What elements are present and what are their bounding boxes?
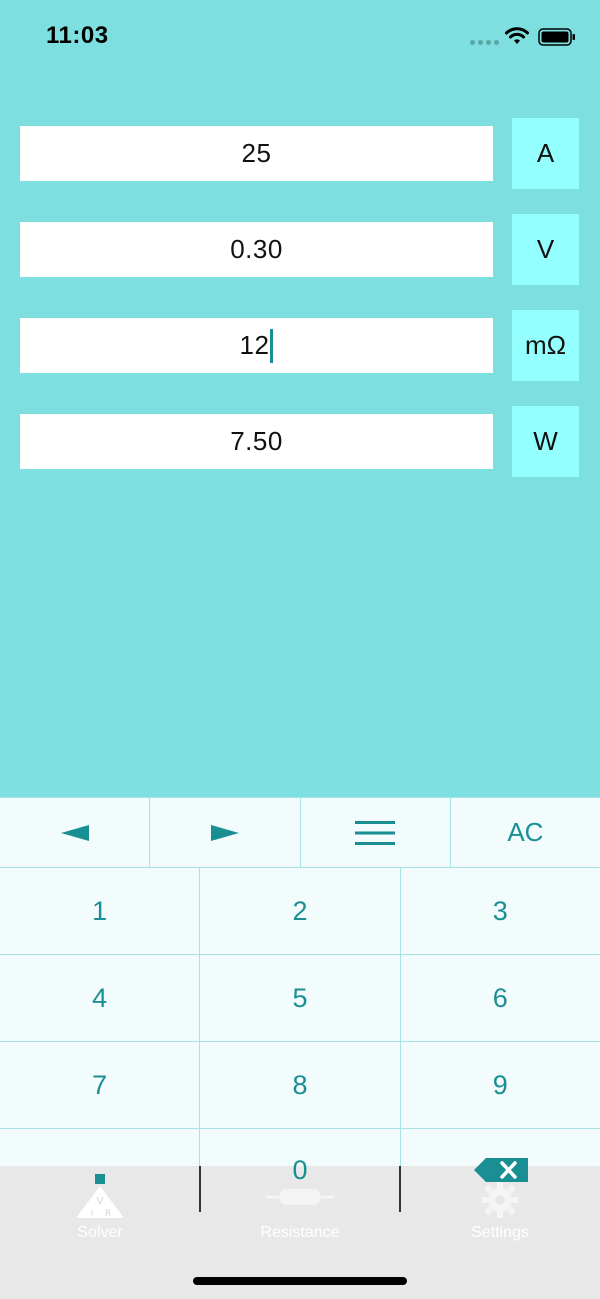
- svg-text:I: I: [91, 1209, 94, 1218]
- key-6[interactable]: 6: [400, 955, 600, 1042]
- text-cursor: [270, 328, 274, 363]
- key-8[interactable]: 8: [200, 1042, 401, 1129]
- resistance-input[interactable]: 12: [20, 318, 493, 373]
- voltage-value: 0.30: [230, 234, 283, 264]
- power-value: 7.50: [230, 426, 283, 456]
- current-unit-button[interactable]: A: [512, 118, 579, 189]
- keypad-nav-row: AC: [0, 798, 600, 868]
- all-clear-button[interactable]: AC: [450, 798, 600, 868]
- tab-solver[interactable]: V I R Solver: [0, 1166, 200, 1246]
- key-2[interactable]: 2: [200, 868, 401, 955]
- key-7[interactable]: 7: [0, 1042, 201, 1129]
- key-9[interactable]: 9: [400, 1042, 600, 1129]
- tab-solver-label: Solver: [77, 1224, 123, 1241]
- tab-settings-label: Settings: [471, 1224, 529, 1241]
- voltage-unit-button[interactable]: V: [512, 214, 579, 285]
- right-arrow-icon: [210, 824, 239, 841]
- resistance-value: 12: [239, 330, 270, 360]
- current-value: 25: [241, 138, 272, 168]
- menu-button[interactable]: [300, 798, 451, 868]
- wifi-icon: [505, 27, 529, 44]
- cursor-left-button[interactable]: [0, 798, 151, 868]
- resistance-row: 12 mΩ: [20, 310, 580, 382]
- battery-icon: [538, 28, 575, 46]
- power-row: 7.50 W: [20, 406, 580, 478]
- key-3[interactable]: 3: [400, 868, 600, 955]
- key-5[interactable]: 5: [200, 955, 401, 1042]
- keypad: AC 1 2 3 4 5 6 7 8 9: [0, 797, 600, 1216]
- tab-resistance-label: Resistance: [260, 1224, 340, 1241]
- status-time: 11:03: [46, 22, 109, 49]
- cellular-signal-icon: [470, 40, 499, 45]
- key-1[interactable]: 1: [0, 868, 201, 955]
- resistance-unit-button[interactable]: mΩ: [512, 310, 579, 381]
- power-unit-button[interactable]: W: [512, 406, 579, 477]
- voltage-row: 0.30 V: [20, 214, 580, 286]
- svg-text:R: R: [105, 1209, 111, 1218]
- current-row: 25 A: [20, 118, 580, 190]
- power-input[interactable]: 7.50: [20, 414, 493, 469]
- key-0[interactable]: 0: [200, 1130, 400, 1210]
- home-indicator: [193, 1277, 407, 1285]
- svg-text:V: V: [97, 1196, 104, 1207]
- solver-triangle-icon: V I R: [76, 1174, 124, 1218]
- voltage-input[interactable]: 0.30: [20, 222, 493, 277]
- left-arrow-icon: [60, 824, 89, 841]
- current-input[interactable]: 25: [20, 126, 493, 181]
- cursor-right-button[interactable]: [150, 798, 301, 868]
- key-4[interactable]: 4: [0, 955, 201, 1042]
- backspace-button[interactable]: [400, 1130, 600, 1210]
- backspace-icon: [474, 1158, 528, 1182]
- status-bar: 11:03: [0, 0, 600, 80]
- hamburger-menu-icon: [355, 820, 396, 845]
